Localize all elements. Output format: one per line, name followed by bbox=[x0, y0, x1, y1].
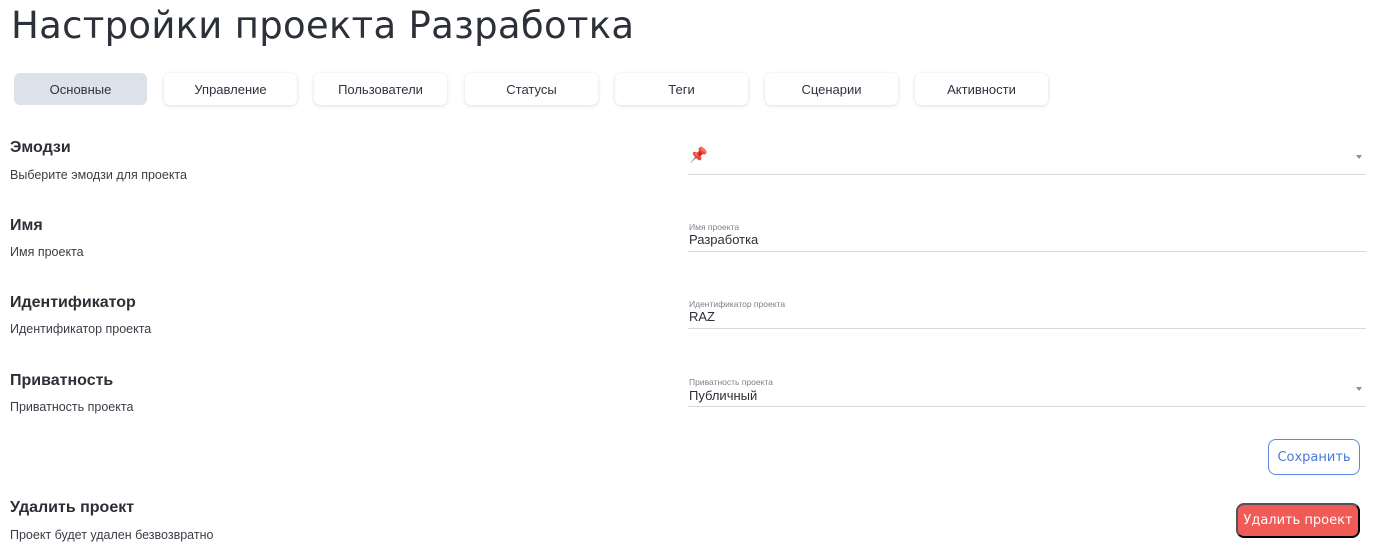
emoji-select[interactable]: 📌 bbox=[688, 140, 1366, 175]
page-title: Настройки проекта Разработка bbox=[11, 4, 635, 47]
emoji-title: Эмодзи bbox=[10, 139, 71, 156]
tab-management[interactable]: Управление bbox=[164, 73, 297, 105]
privacy-setting: Приватность Приватность проекта bbox=[10, 372, 133, 414]
privacy-description: Приватность проекта bbox=[10, 400, 134, 414]
privacy-select[interactable]: Приватность проекта Публичный bbox=[688, 374, 1366, 407]
identifier-setting: Идентификатор Идентификатор проекта bbox=[10, 294, 151, 336]
tab-tags[interactable]: Теги bbox=[615, 73, 748, 105]
tab-statuses[interactable]: Статусы bbox=[465, 73, 598, 105]
delete-project-title: Удалить проект bbox=[10, 499, 135, 516]
privacy-title: Приватность bbox=[10, 372, 114, 389]
tab-activities[interactable]: Активности bbox=[915, 73, 1048, 105]
name-field-value[interactable]: Разработка bbox=[689, 232, 758, 247]
name-field[interactable]: Имя проекта Разработка bbox=[688, 219, 1366, 252]
delete-project-description: Проект будет удален безвозвратно bbox=[10, 528, 214, 542]
tab-scenarios[interactable]: Сценарии bbox=[765, 73, 898, 105]
identifier-description: Идентификатор проекта bbox=[10, 322, 152, 336]
emoji-setting: Эмодзи Выберите эмодзи для проекта bbox=[10, 139, 187, 182]
name-description: Имя проекта bbox=[10, 245, 84, 259]
chevron-down-icon bbox=[1356, 155, 1362, 159]
pushpin-icon: 📌 bbox=[689, 147, 708, 164]
privacy-field-label: Приватность проекта bbox=[689, 377, 773, 387]
name-field-label: Имя проекта bbox=[689, 222, 740, 232]
emoji-description: Выберите эмодзи для проекта bbox=[10, 168, 187, 182]
delete-project-setting: Удалить проект Проект будет удален безво… bbox=[10, 499, 213, 542]
identifier-field-value[interactable]: RAZ bbox=[689, 309, 715, 324]
name-title: Имя bbox=[10, 217, 43, 234]
delete-project-button[interactable]: Удалить проект bbox=[1236, 503, 1360, 538]
identifier-field[interactable]: Идентификатор проекта RAZ bbox=[688, 296, 1366, 329]
tab-users[interactable]: Пользователи bbox=[314, 73, 447, 105]
save-button[interactable]: Сохранить bbox=[1268, 439, 1360, 475]
chevron-down-icon bbox=[1356, 387, 1362, 391]
name-setting: Имя Имя проекта bbox=[10, 217, 84, 259]
identifier-field-label: Идентификатор проекта bbox=[689, 299, 786, 309]
identifier-title: Идентификатор bbox=[10, 294, 136, 311]
privacy-field-value: Публичный bbox=[689, 388, 758, 403]
tab-main[interactable]: Основные bbox=[14, 73, 147, 105]
